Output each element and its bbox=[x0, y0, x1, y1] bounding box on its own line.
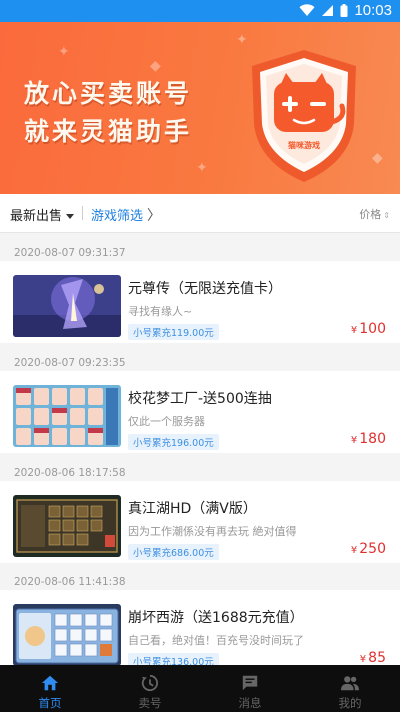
currency-symbol: ¥ bbox=[359, 654, 367, 665]
price-sort-label: 价格 bbox=[359, 208, 382, 221]
tab-label: 首页 bbox=[38, 696, 62, 710]
price-sort-button[interactable]: 价格 ⇕ bbox=[359, 206, 390, 222]
game-screenshot bbox=[13, 385, 121, 447]
sort-label: 最新出售 bbox=[10, 209, 63, 224]
listing-desc: 寻找有缘人~ bbox=[128, 305, 193, 318]
listing-item[interactable]: 2020-08-06 11:41:38 崩坏西游（送1688元充值） 自己看，绝… bbox=[0, 574, 400, 672]
listing-price: ¥85 bbox=[360, 650, 386, 666]
listing-item[interactable]: 2020-08-07 09:23:35 校花梦工厂-送500连抽 仅此一个服务器… bbox=[0, 355, 400, 453]
listing-item[interactable]: 2020-08-07 09:31:37 元尊传（无限送充值卡） 寻找有缘人~ 小… bbox=[0, 245, 400, 343]
game-screenshot bbox=[13, 604, 121, 666]
price-value: 85 bbox=[368, 650, 386, 666]
game-filter-label: 游戏筛选 bbox=[91, 209, 144, 224]
listing-time: 2020-08-07 09:23:35 bbox=[14, 357, 126, 369]
game-filter-button[interactable]: 游戏筛选〉 bbox=[91, 205, 161, 225]
signal-icon bbox=[322, 5, 334, 16]
home-icon bbox=[41, 675, 59, 691]
listing-price: ¥100 bbox=[351, 321, 386, 337]
listing-card[interactable]: 真江湖HD（满V版） 因为工作潮係没有再去玩 絶对值得 小号累充686.00元 … bbox=[0, 481, 400, 563]
tab-label: 我的 bbox=[338, 696, 362, 710]
history-icon bbox=[141, 674, 159, 692]
recharge-tag: 小号累充686.00元 bbox=[128, 544, 219, 560]
currency-symbol: ¥ bbox=[350, 325, 358, 336]
currency-symbol: ¥ bbox=[350, 435, 358, 446]
listing-price: ¥180 bbox=[351, 431, 386, 447]
status-time: 10:03 bbox=[354, 2, 392, 19]
tab-sell[interactable]: 卖号 bbox=[100, 665, 200, 712]
sparkle-icon: ◆ bbox=[150, 58, 161, 74]
tab-messages[interactable]: 消息 bbox=[200, 665, 300, 712]
listing-card[interactable]: 崩坏西游（送1688元充值） 自己看，绝对值！百充号没时间玩了 小号累充136.… bbox=[0, 590, 400, 672]
wifi-icon bbox=[299, 4, 315, 16]
listing-title: 崩坏西游（送1688元充值） bbox=[128, 610, 304, 626]
listing-title: 校花梦工厂-送500连抽 bbox=[128, 391, 272, 407]
chevron-right-icon: 〉 bbox=[147, 208, 162, 224]
banner-subheadline: 就来灵猫助手 bbox=[24, 117, 193, 146]
tab-label: 卖号 bbox=[138, 696, 162, 710]
listing-time: 2020-08-06 11:41:38 bbox=[14, 576, 126, 588]
listing-card[interactable]: 校花梦工厂-送500连抽 仅此一个服务器 小号累充196.00元 ¥180 bbox=[0, 371, 400, 453]
promo-banner[interactable]: ✦ ◆ ✦ ◆ ✦ 放心买卖账号 就来灵猫助手 猫咪游戏 bbox=[0, 22, 400, 194]
game-screenshot bbox=[13, 275, 121, 337]
banner-headline: 放心买卖账号 bbox=[24, 79, 193, 108]
listing-desc: 自己看，绝对值！百充号没时间玩了 bbox=[128, 634, 304, 647]
banner-badge-text: 猫咪游戏 bbox=[288, 141, 320, 150]
divider bbox=[82, 206, 83, 220]
message-icon bbox=[242, 675, 258, 691]
people-icon bbox=[341, 676, 359, 691]
listing-desc: 仅此一个服务器 bbox=[128, 415, 205, 428]
sparkle-icon: ✦ bbox=[196, 160, 208, 176]
currency-symbol: ¥ bbox=[350, 545, 358, 556]
caret-down-icon bbox=[66, 214, 75, 219]
tab-home[interactable]: 首页 bbox=[0, 665, 100, 712]
filter-bar: 最新出售 游戏筛选〉 价格 ⇕ bbox=[0, 194, 400, 233]
price-value: 180 bbox=[359, 431, 386, 447]
sparkle-icon: ◆ bbox=[372, 150, 383, 166]
tab-profile[interactable]: 我的 bbox=[300, 665, 400, 712]
game-screenshot bbox=[13, 495, 121, 557]
status-bar: 10:03 bbox=[0, 0, 400, 22]
sort-dropdown[interactable]: 最新出售 bbox=[10, 205, 75, 224]
listing-time: 2020-08-06 18:17:58 bbox=[14, 467, 126, 479]
recharge-tag: 小号累充196.00元 bbox=[128, 434, 219, 450]
bottom-tab-bar: 首页 卖号 消息 我的 bbox=[0, 665, 400, 712]
recharge-tag: 小号累充119.00元 bbox=[128, 324, 219, 340]
listing-card[interactable]: 元尊传（无限送充值卡） 寻找有缘人~ 小号累充119.00元 ¥100 bbox=[0, 261, 400, 343]
sort-arrows-icon: ⇕ bbox=[383, 211, 390, 220]
price-value: 100 bbox=[359, 321, 386, 337]
listing-price: ¥250 bbox=[351, 541, 386, 557]
listing-time: 2020-08-07 09:31:37 bbox=[14, 247, 126, 259]
listing-title: 元尊传（无限送充值卡） bbox=[128, 281, 282, 297]
sparkle-icon: ✦ bbox=[58, 44, 70, 60]
listing-title: 真江湖HD（满V版） bbox=[128, 501, 257, 517]
price-value: 250 bbox=[359, 541, 386, 557]
listing-desc: 因为工作潮係没有再去玩 絶对值得 bbox=[128, 525, 297, 538]
battery-icon bbox=[340, 4, 348, 17]
cat-shield-logo bbox=[252, 50, 356, 182]
tab-label: 消息 bbox=[238, 696, 262, 710]
listing-item[interactable]: 2020-08-06 18:17:58 真江湖HD（满V版） 因为工作潮係没有再… bbox=[0, 465, 400, 563]
